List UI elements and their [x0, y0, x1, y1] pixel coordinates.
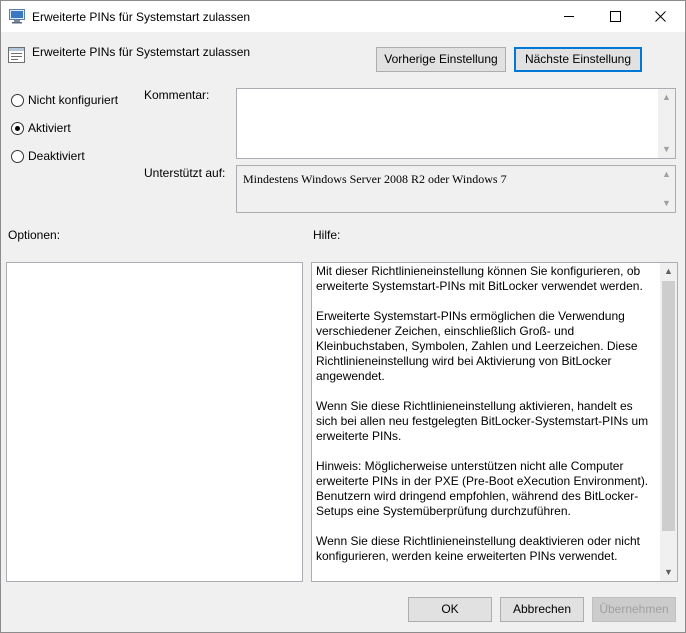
scroll-down-icon[interactable]: ▼ [662, 199, 671, 208]
apply-button[interactable]: Übernehmen [592, 597, 676, 622]
scroll-down-icon[interactable]: ▼ [662, 145, 671, 154]
policy-dialog: Erweiterte PINs für Systemstart zulassen… [0, 0, 686, 633]
next-setting-button[interactable]: Nächste Einstellung [514, 47, 642, 72]
maximize-button[interactable] [592, 1, 638, 32]
ok-button[interactable]: OK [408, 597, 492, 622]
policy-name: Erweiterte PINs für Systemstart zulassen [32, 45, 251, 59]
scroll-up-icon[interactable]: ▲ [664, 267, 673, 276]
close-icon [655, 11, 666, 22]
radio-selected-dot [15, 126, 20, 131]
help-label: Hilfe: [313, 228, 341, 242]
minimize-button[interactable] [546, 1, 592, 32]
window-title: Erweiterte PINs für Systemstart zulassen [32, 10, 251, 24]
help-paragraph: Wenn Sie diese Richtlinieneinstellung de… [316, 534, 640, 563]
cancel-button[interactable]: Abbrechen [500, 597, 584, 622]
radio-label: Nicht konfiguriert [28, 93, 119, 107]
previous-setting-button[interactable]: Vorherige Einstellung [376, 47, 506, 72]
title-bar[interactable]: Erweiterte PINs für Systemstart zulassen [1, 1, 685, 32]
radio-label: Deaktiviert [28, 149, 85, 163]
comment-scrollbar[interactable]: ▲ ▼ [658, 89, 675, 158]
help-scrollbar[interactable]: ▲ ▼ [660, 263, 677, 581]
supported-scrollbar[interactable]: ▲ ▼ [658, 166, 675, 212]
help-paragraph: Wenn Sie diese Richtlinieneinstellung ak… [316, 399, 649, 443]
scroll-thumb[interactable] [662, 281, 675, 531]
supported-field: Mindestens Windows Server 2008 R2 oder W… [236, 165, 676, 213]
scroll-up-icon[interactable]: ▲ [662, 170, 671, 179]
policy-setting-icon [8, 47, 25, 63]
radio-circle[interactable] [11, 122, 24, 135]
group-policy-icon [9, 9, 25, 24]
help-paragraph: Hinweis: Möglicherweise unterstützen nic… [316, 459, 649, 518]
scroll-down-icon[interactable]: ▼ [664, 568, 673, 577]
help-text: Mit dieser Richtlinieneinstellung können… [316, 264, 656, 579]
radio-circle[interactable] [11, 150, 24, 163]
comment-label: Kommentar: [144, 88, 210, 102]
radio-label: Aktiviert [28, 121, 71, 135]
options-panel [6, 262, 303, 582]
comment-field[interactable]: ▲ ▼ [236, 88, 676, 159]
supported-label: Unterstützt auf: [144, 166, 226, 180]
close-button[interactable] [638, 1, 684, 32]
help-panel: Mit dieser Richtlinieneinstellung können… [311, 262, 678, 582]
help-paragraph: Mit dieser Richtlinieneinstellung können… [316, 264, 643, 293]
supported-value: Mindestens Windows Server 2008 R2 oder W… [243, 172, 507, 186]
scroll-up-icon[interactable]: ▲ [662, 93, 671, 102]
radio-circle[interactable] [11, 94, 24, 107]
options-label: Optionen: [8, 228, 61, 242]
help-paragraph: Erweiterte Systemstart-PINs ermöglichen … [316, 309, 638, 383]
